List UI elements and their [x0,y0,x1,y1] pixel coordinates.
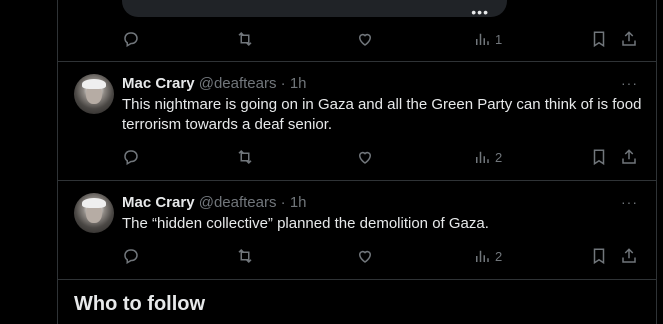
share-button[interactable] [620,148,638,166]
share-icon [622,31,636,46]
share-icon [622,248,636,263]
share-button[interactable] [620,30,638,48]
bookmark-icon [593,149,605,166]
heart-icon [358,250,372,263]
bookmark-button[interactable] [590,30,608,48]
display-name[interactable]: Mac Crary [122,75,195,92]
views-button[interactable]: 2 [473,148,502,166]
tweet-text: This nightmare is going on in Gaza and a… [122,96,642,133]
more-options-icon[interactable]: ··· [621,193,638,211]
display-name[interactable]: Mac Crary [122,194,195,211]
user-handle[interactable]: @deaftears [199,75,277,92]
section-heading: Who to follow [74,293,206,315]
timestamp[interactable]: 1h [290,75,307,92]
tweet-actions: 2 [122,148,642,168]
avatar[interactable] [74,74,114,114]
separator-dot: · [280,194,286,211]
like-button[interactable] [356,247,374,265]
heart-icon [358,33,372,46]
reply-button[interactable] [122,148,140,166]
separator-dot: · [280,75,286,92]
views-count: 1 [495,31,503,47]
reply-icon [124,32,138,48]
tweet-text: The “hidden collective” planned the demo… [122,215,489,232]
bookmark-button[interactable] [590,247,608,265]
tweet-header: Mac Crary @deaftears · 1h [122,74,307,94]
reply-icon [124,150,138,166]
repost-button[interactable] [236,148,254,166]
more-options-icon[interactable]: ··· [621,74,638,92]
like-button[interactable] [356,148,374,166]
avatar[interactable] [74,193,114,233]
repost-icon [238,248,252,264]
reply-button[interactable] [122,247,140,265]
bookmark-button[interactable] [590,148,608,166]
bookmark-icon [593,248,605,265]
views-count: 2 [495,248,503,264]
share-button[interactable] [620,247,638,265]
media-card[interactable]: ••• [122,0,507,19]
repost-icon [238,149,252,165]
views-button[interactable]: 2 [473,247,502,265]
reply-button[interactable] [122,30,140,48]
bookmark-icon [593,31,605,48]
repost-icon [238,31,252,47]
repost-button[interactable] [236,30,254,48]
share-icon [622,149,636,164]
like-button[interactable] [356,30,374,48]
timeline-column: ••• 1 Mac Crary @deaftears · 1h ··· This… [57,0,657,324]
views-icon [476,250,489,262]
repost-button[interactable] [236,247,254,265]
views-count: 2 [495,149,503,165]
tweet-actions: 2 [122,247,642,267]
reply-icon [124,249,138,265]
timestamp[interactable]: 1h [290,194,307,211]
tweet-actions: 1 [122,30,642,50]
divider [58,279,656,280]
views-icon [476,33,489,45]
views-icon [476,151,489,163]
views-button[interactable]: 1 [473,30,502,48]
tweet-header: Mac Crary @deaftears · 1h [122,193,307,213]
user-handle[interactable]: @deaftears [199,194,277,211]
heart-icon [358,151,372,164]
divider [58,61,656,62]
media-more-icon[interactable]: ••• [471,5,489,19]
divider [58,180,656,181]
